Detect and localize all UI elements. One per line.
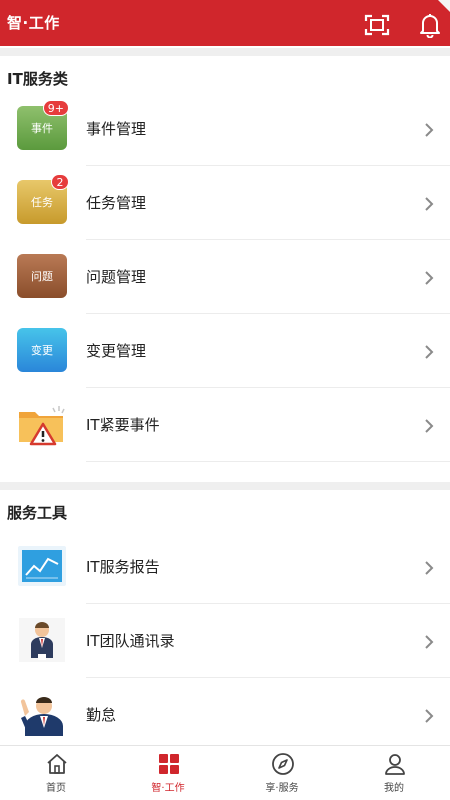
row-change-management[interactable]: 变更 变更管理 <box>0 314 450 388</box>
task-tile-icon: 任务 2 <box>17 174 69 224</box>
user-icon <box>385 754 405 775</box>
row-it-service-report[interactable]: IT服务报告 <box>0 530 450 604</box>
row-attendance[interactable]: 勤怠 <box>0 678 450 752</box>
tab-label: 我的 <box>384 783 404 794</box>
badge-count: 9+ <box>42 100 69 116</box>
row-it-critical-event[interactable]: IT紧要事件 <box>0 388 450 462</box>
section-title: 服务工具 <box>7 504 68 522</box>
tab-smart-work[interactable]: 智·工作 <box>112 746 224 800</box>
chevron-right-icon <box>425 419 434 433</box>
warning-folder-icon <box>19 406 65 446</box>
tile-text: 任务 <box>31 196 53 209</box>
tab-share-service[interactable]: 享·服务 <box>226 746 338 800</box>
row-label: 任务管理 <box>86 194 147 212</box>
section-header-it-services: IT服务类 <box>0 48 450 92</box>
divider <box>86 461 450 462</box>
chevron-right-icon <box>425 709 434 723</box>
chevron-right-icon <box>425 635 434 649</box>
page-title: 智·工作 <box>7 14 60 32</box>
contact-person-icon <box>19 618 65 662</box>
tab-mine[interactable]: 我的 <box>338 746 450 800</box>
grid-icon <box>159 754 179 774</box>
row-label: 勤怠 <box>86 706 117 724</box>
bell-icon[interactable] <box>418 12 442 38</box>
compass-icon <box>272 753 294 775</box>
tab-home[interactable]: 首页 <box>0 746 112 800</box>
event-tile-icon: 事件 9+ <box>17 100 69 150</box>
section-header-tools: 服务工具 <box>0 482 450 526</box>
row-label: 变更管理 <box>86 342 147 360</box>
chevron-right-icon <box>425 345 434 359</box>
chevron-right-icon <box>425 123 434 137</box>
row-task-management[interactable]: 任务 2 任务管理 <box>0 166 450 240</box>
top-bar: 智·工作 <box>0 0 450 46</box>
tab-label: 享·服务 <box>265 783 299 794</box>
bottom-tab-bar: 首页 智·工作 享·服务 我的 <box>0 745 450 800</box>
chevron-right-icon <box>425 197 434 211</box>
tab-label: 智·工作 <box>151 783 185 794</box>
row-event-management[interactable]: 事件 9+ 事件管理 <box>0 92 450 166</box>
row-label: IT紧要事件 <box>86 416 160 434</box>
row-label: 事件管理 <box>86 120 147 138</box>
scan-icon[interactable] <box>364 13 390 37</box>
corner-fold <box>438 0 450 12</box>
problem-tile-icon: 问题 <box>17 254 67 298</box>
tile-text: 变更 <box>31 344 53 357</box>
tab-label: 首页 <box>46 783 66 794</box>
waving-person-icon <box>20 697 63 736</box>
row-label: IT团队通讯录 <box>86 632 175 650</box>
change-tile-icon: 变更 <box>17 328 67 372</box>
home-icon <box>47 754 67 774</box>
row-label: IT服务报告 <box>86 558 160 576</box>
chart-report-icon <box>18 546 66 586</box>
row-problem-management[interactable]: 问题 问题管理 <box>0 240 450 314</box>
tile-text: 事件 <box>31 122 53 135</box>
badge-count: 2 <box>51 174 69 190</box>
chevron-right-icon <box>425 561 434 575</box>
row-label: 问题管理 <box>86 268 147 286</box>
chevron-right-icon <box>425 271 434 285</box>
section-title: IT服务类 <box>7 70 68 88</box>
row-it-team-directory[interactable]: IT团队通讯录 <box>0 604 450 678</box>
tile-text: 问题 <box>31 270 53 283</box>
